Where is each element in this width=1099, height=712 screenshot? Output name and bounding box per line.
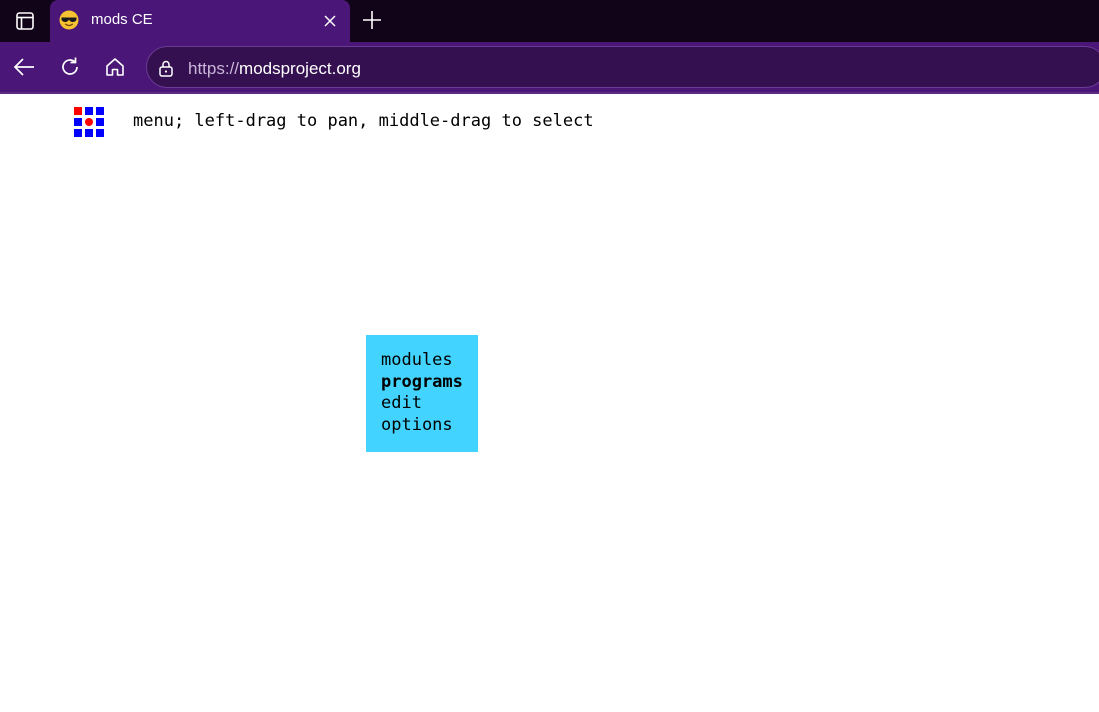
url-host: modsproject.org	[239, 59, 361, 78]
tab-close-button[interactable]	[320, 11, 340, 31]
address-bar[interactable]: https://modsproject.org	[146, 46, 1099, 88]
tab-actions-icon	[16, 12, 34, 30]
plus-icon	[363, 11, 381, 29]
back-arrow-icon	[13, 58, 34, 76]
tab-actions-button[interactable]	[0, 0, 50, 42]
context-menu: modules programs edit options	[366, 335, 478, 452]
reload-button[interactable]	[58, 55, 82, 79]
tab-title: mods CE	[91, 11, 153, 28]
lock-icon[interactable]	[157, 59, 175, 77]
home-button[interactable]	[103, 55, 127, 79]
instructions-text: menu; left-drag to pan, middle-drag to s…	[133, 111, 594, 131]
home-icon	[106, 58, 124, 76]
browser-toolbar: https://modsproject.org	[0, 42, 1099, 92]
tab-strip: mods CE	[0, 0, 1099, 42]
url-scheme: https://	[188, 59, 240, 78]
menu-item-options[interactable]: options	[381, 415, 478, 437]
menu-item-edit[interactable]: edit	[381, 393, 478, 415]
mods-logo-icon[interactable]	[73, 106, 105, 138]
url-text[interactable]: https://modsproject.org	[188, 59, 361, 79]
sunglasses-emoji-icon	[59, 10, 79, 30]
menu-item-modules[interactable]: modules	[381, 350, 478, 372]
toolbar-divider	[0, 92, 1099, 94]
menu-item-programs[interactable]: programs	[381, 372, 478, 394]
back-button[interactable]	[12, 55, 36, 79]
new-tab-button[interactable]	[360, 8, 384, 32]
reload-icon	[62, 57, 78, 75]
close-icon	[324, 15, 336, 27]
tab-mods-ce[interactable]: mods CE	[50, 0, 350, 42]
